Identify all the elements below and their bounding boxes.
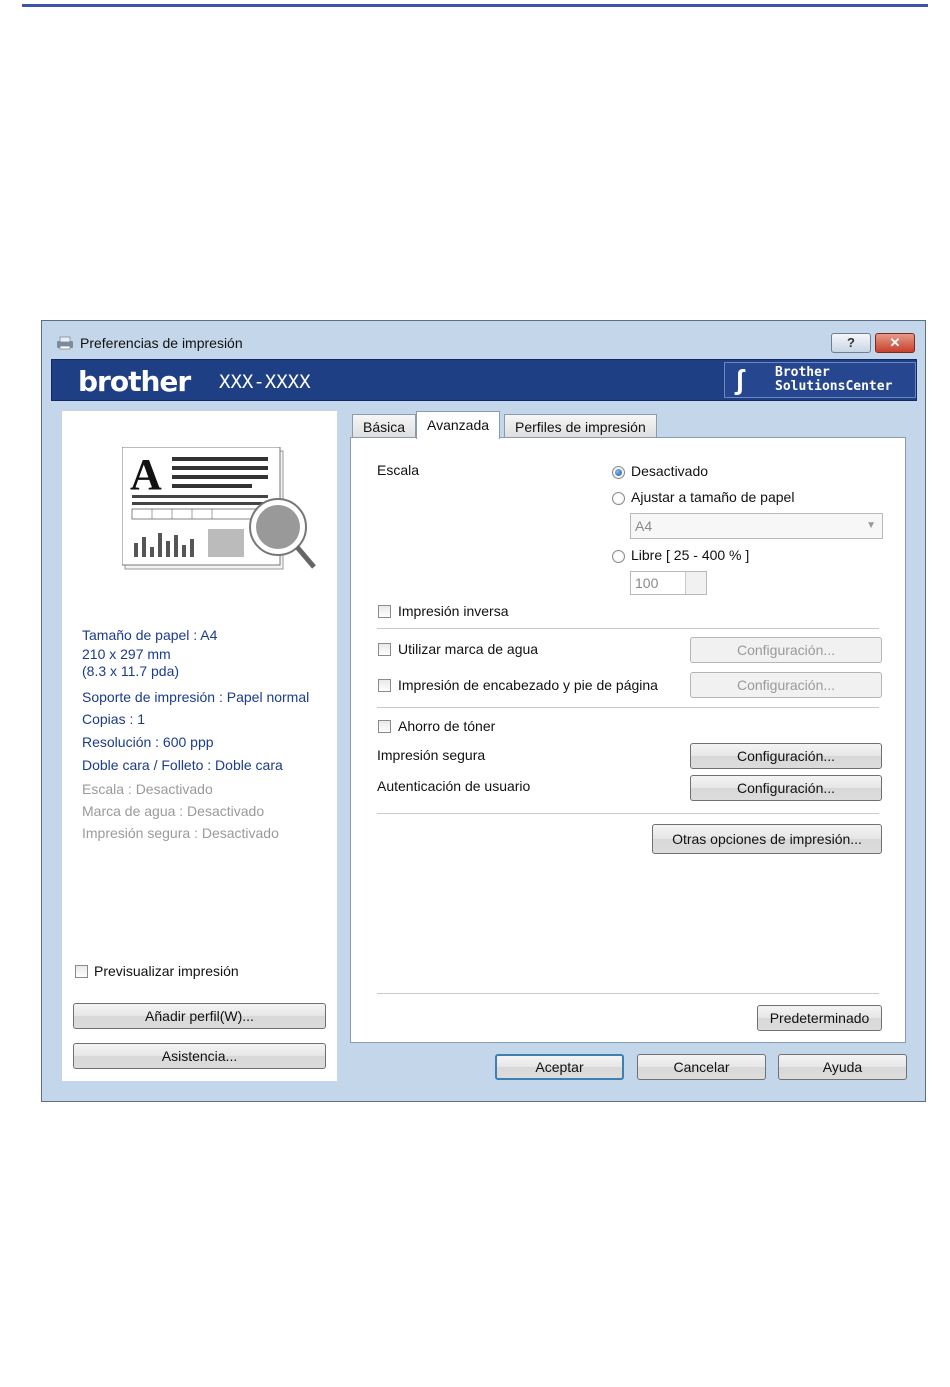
- settings-summary-panel: A Tamaño de papel : A4 210 x 297 mm (8.3…: [62, 411, 337, 1081]
- solutions-center-icon: ʃ: [735, 364, 745, 395]
- scale-fit-radio[interactable]: [612, 492, 625, 505]
- scale-percent-spinner[interactable]: 100: [630, 571, 707, 595]
- fit-paper-size-value: A4: [635, 518, 653, 534]
- summary-paper-size: Tamaño de papel : A4: [82, 627, 218, 643]
- spinner-arrows-icon[interactable]: [685, 572, 706, 594]
- toner-save-checkbox[interactable]: [378, 720, 391, 733]
- summary-copies: Copias : 1: [82, 711, 146, 727]
- watermark-checkbox[interactable]: [378, 643, 391, 656]
- help-button[interactable]: Ayuda: [778, 1054, 907, 1080]
- scale-off-radio[interactable]: [612, 466, 625, 479]
- summary-dimensions-mm: 210 x 297 mm: [82, 646, 171, 662]
- solutions-center-line2: SolutionsCenter: [775, 379, 893, 394]
- divider: [377, 993, 879, 994]
- user-auth-config-button[interactable]: Configuración...: [690, 775, 882, 801]
- divider: [377, 628, 879, 629]
- summary-resolution: Resolución : 600 ppp: [82, 734, 214, 750]
- ok-button[interactable]: Aceptar: [495, 1054, 624, 1080]
- svg-text:A: A: [130, 450, 162, 499]
- close-button[interactable]: ✕: [875, 333, 915, 353]
- scale-fit-label: Ajustar a tamaño de papel: [631, 489, 795, 505]
- cancel-button[interactable]: Cancelar: [637, 1054, 766, 1080]
- brand-banner: brother XXX-XXXX ʃ Brother SolutionsCent…: [51, 359, 917, 401]
- summary-scale: Escala : Desactivado: [82, 781, 213, 797]
- watermark-label: Utilizar marca de agua: [398, 641, 539, 657]
- support-button[interactable]: Asistencia...: [73, 1043, 326, 1069]
- user-auth-label: Autenticación de usuario: [377, 778, 531, 794]
- solutions-center-button[interactable]: ʃ Brother SolutionsCenter: [724, 362, 916, 398]
- summary-duplex: Doble cara / Folleto : Doble cara: [82, 757, 283, 773]
- tab-perfiles[interactable]: Perfiles de impresión: [504, 414, 657, 438]
- reverse-print-label: Impresión inversa: [398, 603, 509, 619]
- default-button[interactable]: Predeterminado: [757, 1005, 882, 1031]
- summary-dimensions-in: (8.3 x 11.7 pda): [82, 663, 180, 679]
- secure-print-label: Impresión segura: [377, 747, 486, 763]
- fit-paper-size-select[interactable]: A4 ▼: [630, 513, 883, 539]
- page-preview-illustration: A: [122, 447, 316, 570]
- printer-icon: [57, 336, 73, 350]
- print-preview-label: Previsualizar impresión: [94, 963, 239, 979]
- scale-label: Escala: [377, 462, 420, 478]
- scale-free-radio[interactable]: [612, 550, 625, 563]
- summary-watermark: Marca de agua : Desactivado: [82, 803, 265, 819]
- header-footer-label: Impresión de encabezado y pie de página: [398, 677, 658, 693]
- toner-save-label: Ahorro de tóner: [398, 718, 496, 734]
- scale-off-label: Desactivado: [631, 463, 709, 479]
- header-footer-config-button[interactable]: Configuración...: [690, 672, 882, 698]
- divider: [377, 707, 879, 708]
- add-profile-button[interactable]: Añadir perfil(W)...: [73, 1003, 326, 1029]
- page-top-rule: [22, 4, 928, 7]
- printer-model: XXX-XXXX: [219, 371, 311, 393]
- tab-basica[interactable]: Básica: [352, 414, 417, 438]
- other-print-options-button[interactable]: Otras opciones de impresión...: [652, 824, 882, 854]
- reverse-print-checkbox[interactable]: [378, 605, 391, 618]
- brother-logo: brother: [78, 365, 191, 398]
- solutions-center-line1: Brother: [775, 365, 830, 380]
- print-preview-checkbox[interactable]: [75, 965, 88, 978]
- header-footer-checkbox[interactable]: [378, 679, 391, 692]
- secure-print-config-button[interactable]: Configuración...: [690, 743, 882, 769]
- summary-media: Soporte de impresión : Papel normal: [82, 689, 310, 705]
- watermark-config-button[interactable]: Configuración...: [690, 637, 882, 663]
- dialog-title: Preferencias de impresión: [80, 335, 243, 351]
- scale-free-label: Libre [ 25 - 400 % ]: [631, 547, 750, 563]
- advanced-tab-panel: Escala Desactivado Ajustar a tamaño de p…: [350, 437, 906, 1043]
- summary-secure-print: Impresión segura : Desactivado: [82, 825, 279, 841]
- chevron-down-icon: ▼: [866, 520, 876, 531]
- divider: [377, 813, 879, 814]
- title-bar: Preferencias de impresión ? ✕: [42, 321, 925, 359]
- tab-avanzada[interactable]: Avanzada: [416, 411, 501, 439]
- print-preferences-dialog: Preferencias de impresión ? ✕ brother XX…: [41, 320, 926, 1102]
- scale-percent-value: 100: [635, 575, 659, 591]
- help-title-button[interactable]: ?: [831, 333, 871, 353]
